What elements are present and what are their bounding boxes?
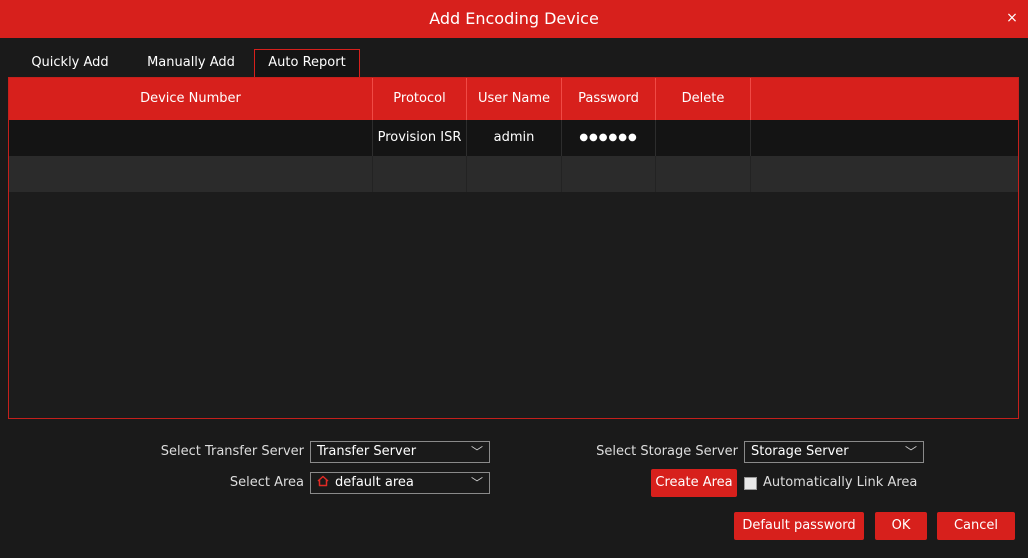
cell-protocol: Provision ISR <box>373 120 467 156</box>
tab-auto-report[interactable]: Auto Report <box>254 49 360 77</box>
transfer-server-label: Select Transfer Server <box>160 444 304 459</box>
cell-delete[interactable] <box>656 120 751 156</box>
create-area-button[interactable]: Create Area <box>651 469 737 497</box>
area-select[interactable]: default area ﹀ <box>310 472 490 494</box>
table-row-empty <box>9 156 1018 192</box>
storage-server-value: Storage Server <box>751 444 849 459</box>
chevron-down-icon: ﹀ <box>470 445 483 459</box>
transfer-server-select[interactable]: Transfer Server ﹀ <box>310 441 490 463</box>
cancel-button[interactable]: Cancel <box>937 512 1015 540</box>
chevron-down-icon: ﹀ <box>470 476 483 490</box>
storage-server-label: Select Storage Server <box>596 444 738 459</box>
storage-server-select[interactable]: Storage Server ﹀ <box>744 441 924 463</box>
tab-manually-add[interactable]: Manually Add <box>136 50 246 76</box>
cell-empty <box>9 156 373 192</box>
cell-empty <box>467 156 562 192</box>
default-password-button[interactable]: Default password <box>734 512 864 540</box>
title-bar: Add Encoding Device × <box>0 0 1028 38</box>
cell-user-name: admin <box>467 120 562 156</box>
table-header: Device Number Protocol User Name Passwor… <box>9 78 1018 120</box>
cell-empty <box>562 156 656 192</box>
area-label: Select Area <box>229 475 304 490</box>
column-header-user-name[interactable]: User Name <box>467 78 562 120</box>
cell-empty <box>656 156 751 192</box>
auto-link-area-label[interactable]: Automatically Link Area <box>763 472 933 494</box>
dialog-title: Add Encoding Device <box>429 9 599 28</box>
auto-link-area-checkbox[interactable] <box>744 477 757 490</box>
device-table: Device Number Protocol User Name Passwor… <box>8 77 1019 419</box>
table-row[interactable]: Provision ISR admin ●●●●●● <box>9 120 1018 156</box>
ok-button[interactable]: OK <box>875 512 927 540</box>
cell-password: ●●●●●● <box>562 120 656 156</box>
home-icon <box>317 475 329 487</box>
column-header-delete[interactable]: Delete <box>656 78 751 120</box>
area-value: default area <box>335 475 414 490</box>
column-header-password[interactable]: Password <box>562 78 656 120</box>
chevron-down-icon: ﹀ <box>904 445 917 459</box>
cell-device-number <box>9 120 373 156</box>
close-icon[interactable]: × <box>1002 8 1022 28</box>
column-header-device-number[interactable]: Device Number <box>9 78 373 120</box>
column-header-protocol[interactable]: Protocol <box>373 78 467 120</box>
cell-empty <box>373 156 467 192</box>
transfer-server-value: Transfer Server <box>317 444 417 459</box>
tab-quickly-add[interactable]: Quickly Add <box>28 50 112 76</box>
